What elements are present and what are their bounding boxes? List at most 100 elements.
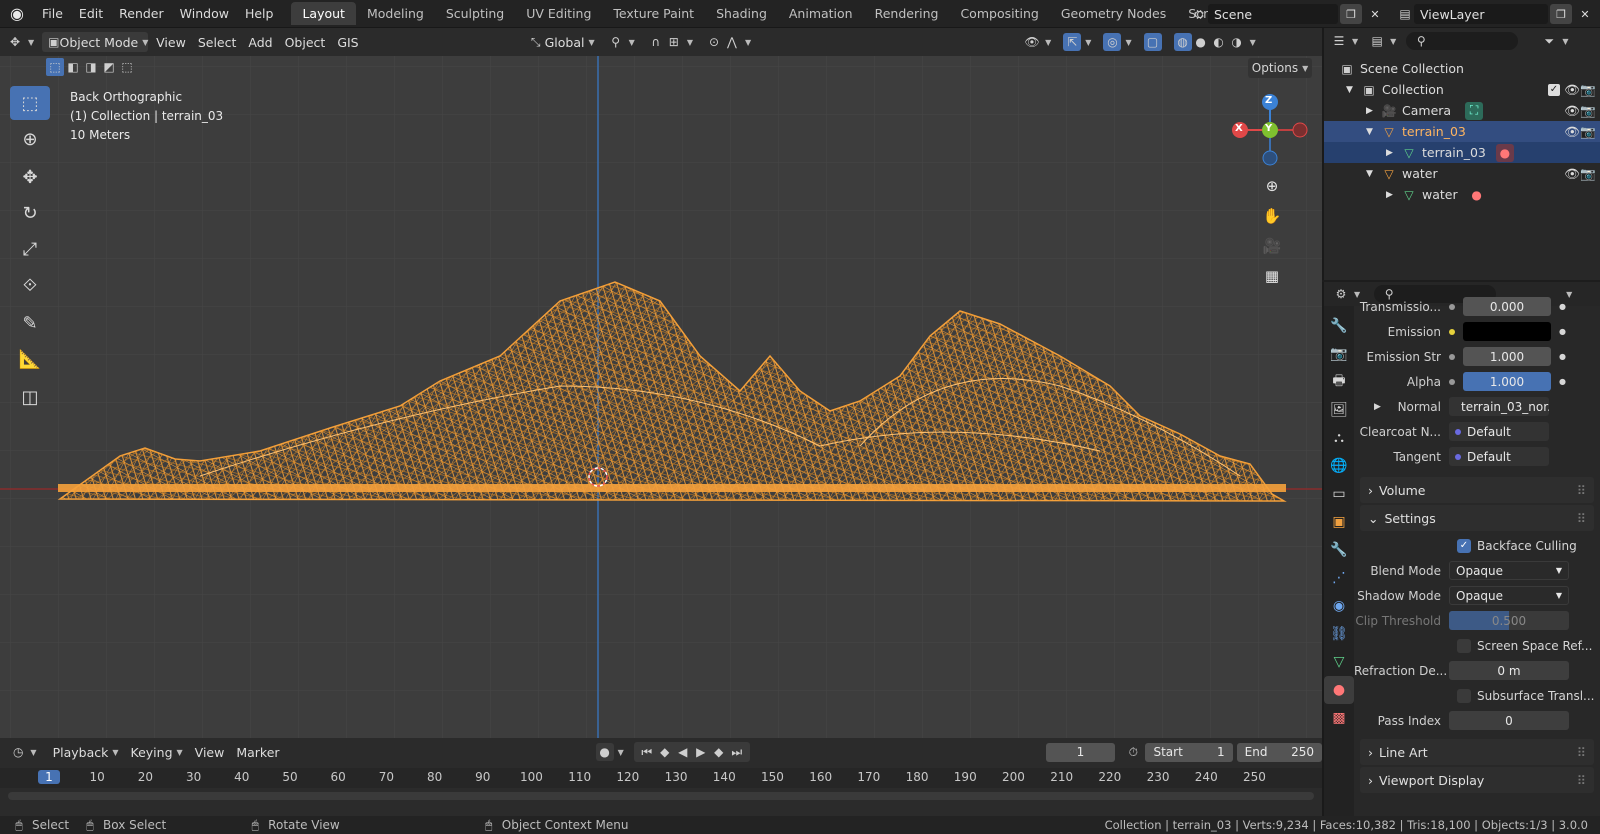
end-frame-field[interactable]: End 250 — [1236, 742, 1322, 762]
cursor-tool-icon[interactable]: ⊕ — [10, 122, 50, 156]
marker-menu[interactable]: Marker — [230, 742, 285, 762]
menu-select[interactable]: Select — [192, 32, 243, 52]
menu-view[interactable]: View — [150, 32, 192, 52]
screen-space-checkbox[interactable] — [1457, 638, 1471, 653]
clock-icon[interactable]: ◷ — [10, 743, 26, 761]
ortho-toggle-icon[interactable]: ▦ — [1258, 262, 1286, 290]
expand-arrow-icon[interactable]: ▶ — [1366, 106, 1380, 116]
line-art-panel-header[interactable]: › Line Art ⠿ — [1360, 739, 1594, 765]
render-camera-icon[interactable]: 📷 — [1580, 103, 1596, 119]
tab-modeling[interactable]: Modeling — [356, 2, 435, 25]
visibility-dropdown[interactable]: 👁 ▼ — [1017, 32, 1057, 52]
view-layer-tab-icon[interactable]: 🖼 — [1324, 396, 1354, 424]
shadow-mode-dropdown[interactable]: Opaque ▼ — [1449, 586, 1569, 605]
visibility-eye-icon[interactable]: 👁 — [1564, 103, 1580, 119]
outliner-row-terrain-mesh[interactable]: ▶ ▽ terrain_03 ● — [1324, 142, 1600, 163]
select-new-icon[interactable]: ⬚ — [46, 58, 64, 76]
select-extend-icon[interactable]: ◧ — [64, 58, 82, 76]
clearcoat-normal-field[interactable]: Default — [1449, 422, 1549, 441]
tab-rendering[interactable]: Rendering — [864, 2, 950, 25]
volume-panel-header[interactable]: › Volume ⠿ — [1360, 477, 1594, 503]
expand-arrow-icon[interactable]: ▼ — [1346, 85, 1360, 95]
menu-edit[interactable]: Edit — [71, 6, 111, 21]
tool-tab-icon[interactable]: 🔧 — [1324, 312, 1354, 340]
zoom-icon[interactable]: ⊕ — [1258, 172, 1286, 200]
render-camera-icon[interactable]: 📷 — [1580, 124, 1596, 140]
jump-start-icon[interactable]: ⏮ — [638, 743, 656, 761]
expand-arrow-icon[interactable]: ▼ — [1366, 127, 1380, 137]
modifier-tab-icon[interactable]: 🔧 — [1324, 536, 1354, 564]
menu-add[interactable]: Add — [242, 32, 278, 52]
current-frame-marker[interactable]: 1 — [38, 770, 60, 784]
select-intersect-icon[interactable]: ⬚ — [118, 58, 136, 76]
editor-type-button[interactable]: ✥ ▼ — [0, 32, 40, 52]
prop-screen-space[interactable]: Screen Space Ref... — [1354, 633, 1600, 658]
object-tab-icon[interactable]: ▣ — [1324, 508, 1354, 536]
new-scene-icon[interactable]: ❐ — [1340, 4, 1362, 24]
select-subtract-icon[interactable]: ◨ — [82, 58, 100, 76]
physics-tab-icon[interactable]: ◉ — [1324, 592, 1354, 620]
tangent-field[interactable]: Default — [1449, 447, 1549, 466]
scene-tab-icon[interactable]: ⛬ — [1324, 424, 1354, 452]
pivot-dropdown[interactable]: ⚲ ▼ — [601, 32, 641, 52]
render-camera-icon[interactable]: 📷 — [1580, 82, 1596, 98]
start-frame-field[interactable]: Start 1 — [1145, 742, 1233, 762]
navigation-gizmo[interactable]: Z X Y — [1232, 94, 1308, 170]
outliner-row-water-object[interactable]: ▼ ▽ water 👁 📷 — [1324, 163, 1600, 184]
proportional-edit-toggle[interactable]: ⊙ ⋀ ▼ — [699, 32, 757, 52]
transmission-field[interactable]: 0.000 — [1463, 297, 1551, 316]
gizmo-toggle[interactable]: ⇱ ▼ — [1057, 32, 1097, 52]
collection-checkbox[interactable]: ✓ — [1548, 83, 1560, 96]
timeline-scrollbar[interactable] — [8, 792, 1314, 800]
tab-sculpting[interactable]: Sculpting — [435, 2, 515, 25]
keyframe-dot-icon[interactable]: ● — [1559, 352, 1566, 361]
expand-arrow-icon[interactable]: ▼ — [1366, 169, 1380, 179]
emission-color-swatch[interactable] — [1463, 322, 1551, 341]
tab-texture-paint[interactable]: Texture Paint — [602, 2, 705, 25]
next-keyframe-icon[interactable]: ◆ — [710, 743, 728, 761]
prop-subsurface[interactable]: Subsurface Transl... — [1354, 683, 1600, 708]
scene-icon[interactable]: ⛭ — [1190, 5, 1208, 23]
material-icon[interactable]: ● — [1468, 186, 1486, 204]
output-tab-icon[interactable]: 🖶 — [1324, 368, 1354, 396]
keyframe-dot-icon[interactable]: ● — [1559, 377, 1566, 386]
expand-arrow-icon[interactable]: ▶ — [1386, 148, 1400, 158]
annotate-tool-icon[interactable]: ✎ — [10, 306, 50, 340]
delete-scene-icon[interactable]: ✕ — [1364, 4, 1386, 24]
constraints-tab-icon[interactable]: ⛓ — [1324, 620, 1354, 648]
emission-strength-field[interactable]: 1.000 — [1463, 347, 1551, 366]
xray-toggle[interactable]: ▢ — [1138, 32, 1168, 52]
menu-object[interactable]: Object — [279, 32, 332, 52]
backface-culling-checkbox[interactable]: ✓ — [1457, 538, 1471, 553]
3d-viewport[interactable]: ⬚ ◧ ◨ ◩ ⬚ Back Orthographic (1) Collecti… — [0, 56, 1322, 738]
outliner-row-terrain-object[interactable]: ▼ ▽ terrain_03 👁 📷 — [1324, 121, 1600, 142]
clip-threshold-slider[interactable]: 0.500 — [1449, 611, 1569, 630]
visibility-eye-icon[interactable]: 👁 — [1564, 166, 1580, 182]
viewlayer-name-field[interactable]: ViewLayer — [1414, 4, 1548, 24]
prop-backface-culling[interactable]: ✓ Backface Culling — [1354, 533, 1600, 558]
tab-geometry-nodes[interactable]: Geometry Nodes — [1050, 2, 1177, 25]
visibility-eye-icon[interactable]: 👁 — [1564, 124, 1580, 140]
pass-index-field[interactable]: 0 — [1449, 711, 1569, 730]
play-icon[interactable]: ▶ — [692, 743, 710, 761]
mode-dropdown[interactable]: ▣ Object Mode ▼ — [42, 32, 148, 52]
outliner-row-water-mesh[interactable]: ▶ ▽ water ● — [1324, 184, 1600, 205]
collection-tab-icon[interactable]: ▭ — [1324, 480, 1354, 508]
material-tab-icon[interactable]: ● — [1324, 676, 1354, 704]
world-tab-icon[interactable]: 🌐 — [1324, 452, 1354, 480]
normal-link-field[interactable]: terrain_03_nor... — [1449, 397, 1549, 416]
jump-end-icon[interactable]: ⏭ — [728, 743, 746, 761]
drag-handle-icon[interactable]: ⠿ — [1577, 483, 1586, 498]
stopwatch-icon[interactable]: ⏱ — [1125, 743, 1141, 761]
playback-menu[interactable]: Playback ▼ — [47, 742, 125, 762]
filter-icon[interactable]: ⏷ — [1540, 32, 1558, 50]
expand-arrow-icon[interactable]: ▶ — [1386, 190, 1400, 200]
expand-arrow-icon[interactable]: ▶ — [1374, 402, 1381, 412]
tab-layout[interactable]: Layout — [291, 2, 356, 25]
refraction-depth-field[interactable]: 0 m — [1449, 661, 1569, 680]
keyframe-dot-icon[interactable]: ● — [1559, 327, 1566, 336]
material-icon[interactable]: ● — [1495, 143, 1514, 162]
settings-panel-header[interactable]: ⌄ Settings ⠿ — [1360, 505, 1594, 531]
scale-tool-icon[interactable]: ⤢ — [10, 232, 50, 266]
add-cube-tool-icon[interactable]: ◫ — [10, 380, 50, 414]
